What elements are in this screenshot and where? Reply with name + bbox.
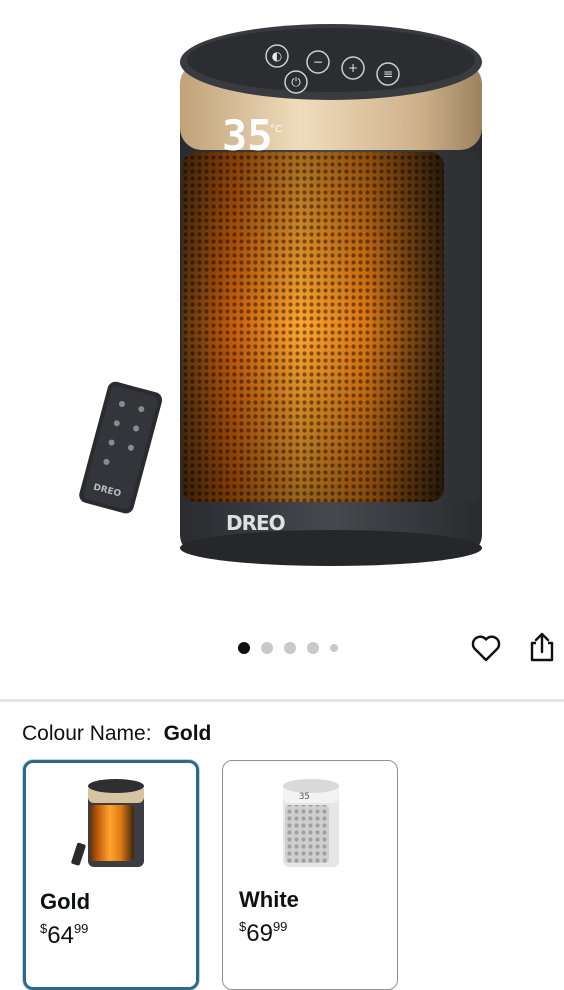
display-unit: °C — [270, 124, 282, 135]
carousel-indicator[interactable] — [238, 641, 338, 655]
carousel-dot[interactable] — [307, 642, 319, 654]
carousel-dot[interactable] — [238, 642, 250, 654]
product-image[interactable]: − + ≡ ⏻ ◐ 35 °C DREO DREO — [0, 0, 564, 620]
carousel-dot[interactable] — [284, 642, 296, 654]
svg-text:◐: ◐ — [272, 49, 282, 63]
colour-name-row: Colour Name: Gold — [22, 722, 211, 746]
section-divider — [0, 699, 564, 702]
svg-text:≡: ≡ — [383, 67, 393, 81]
svg-text:+: + — [348, 61, 358, 75]
variant-price: $6499 — [40, 921, 89, 949]
svg-text:−: − — [313, 55, 323, 69]
variant-name: White — [239, 887, 299, 912]
brand-logo: DREO — [226, 511, 285, 535]
variant-name: Gold — [40, 889, 91, 914]
variant-thumbnail-gold — [71, 779, 144, 867]
carousel-dot[interactable] — [330, 644, 338, 652]
heart-outline-icon[interactable] — [471, 634, 501, 662]
carousel-dot[interactable] — [261, 642, 273, 654]
variant-thumbnail-white: 35 — [283, 779, 339, 867]
remote-control: DREO — [79, 381, 163, 514]
variant-swatch-gold[interactable]: Gold $6499 — [23, 760, 199, 990]
colour-label: Colour Name: — [22, 722, 152, 745]
colour-selected-value: Gold — [163, 722, 212, 745]
share-icon[interactable] — [528, 631, 556, 663]
variant-swatch-white[interactable]: 35 White $6999 — [222, 760, 398, 990]
variant-price: $6999 — [239, 919, 288, 947]
display-temperature: 35 — [222, 111, 273, 160]
svg-text:35: 35 — [299, 792, 310, 802]
svg-text:⏻: ⏻ — [291, 75, 301, 89]
